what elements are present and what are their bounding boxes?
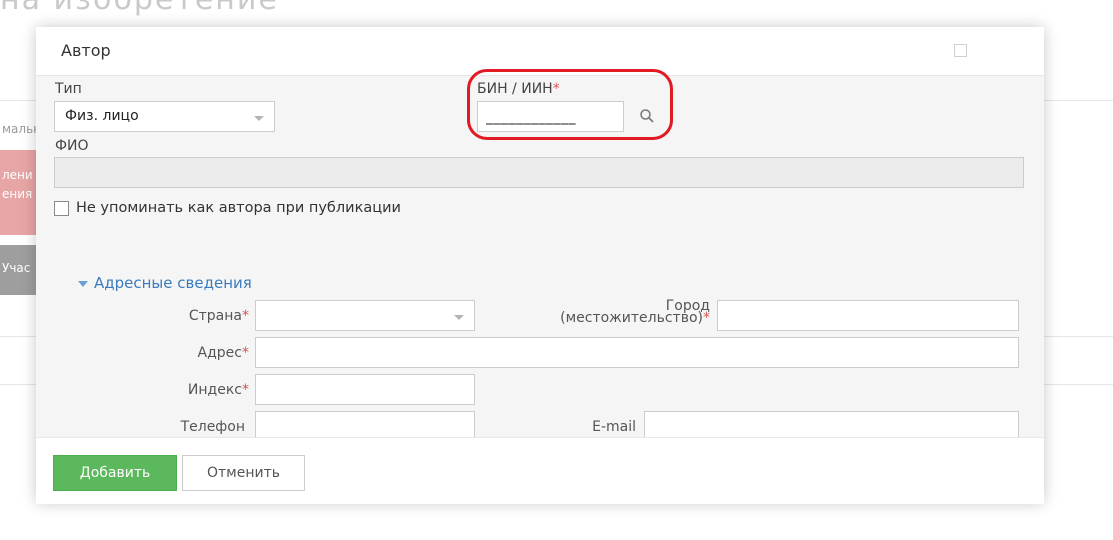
required-mark: * bbox=[703, 310, 710, 326]
required-mark: * bbox=[242, 308, 249, 324]
dialog-footer: Добавить Отменить bbox=[36, 437, 1044, 504]
type-select-value: Физ. лицо bbox=[65, 108, 139, 124]
index-label-text: Индекс bbox=[187, 382, 242, 398]
required-mark: * bbox=[242, 345, 249, 361]
no-mention-checkbox[interactable] bbox=[54, 201, 69, 216]
background-page-title: на изобретение bbox=[0, 0, 279, 17]
country-label-text: Страна bbox=[188, 308, 242, 324]
background-side-label: лени bbox=[2, 168, 33, 182]
fio-label: ФИО bbox=[55, 138, 89, 154]
address-section-toggle[interactable]: Адресные сведения bbox=[78, 274, 252, 292]
address-label: Адрес* bbox=[161, 345, 249, 361]
country-select[interactable] bbox=[255, 300, 475, 331]
close-icon[interactable] bbox=[954, 44, 967, 57]
city-input[interactable] bbox=[717, 300, 1019, 331]
chevron-down-icon bbox=[254, 116, 264, 121]
chevron-down-icon bbox=[454, 315, 464, 320]
dialog-body: Тип Физ. лицо БИН / ИИН* ФИО Не упоминат… bbox=[36, 75, 1044, 442]
bin-label-text: БИН / ИИН bbox=[477, 81, 553, 97]
email-label: E-mail bbox=[592, 419, 636, 435]
no-mention-label: Не упоминать как автора при публикации bbox=[76, 200, 401, 216]
address-section-title: Адресные сведения bbox=[94, 274, 252, 292]
required-mark: * bbox=[552, 81, 560, 97]
background-red-block: лени ения bbox=[0, 150, 40, 235]
city-label: Город (местожительство)* bbox=[516, 299, 710, 326]
add-button[interactable]: Добавить bbox=[53, 455, 177, 491]
bin-label: БИН / ИИН* bbox=[477, 81, 560, 97]
search-icon[interactable] bbox=[639, 108, 655, 124]
phone-label: Телефон bbox=[180, 419, 245, 435]
author-dialog: Автор Тип Физ. лицо БИН / ИИН* ФИО Не уп… bbox=[36, 27, 1044, 504]
address-label-text: Адрес bbox=[197, 345, 242, 361]
triangle-down-icon bbox=[78, 280, 88, 287]
bin-input[interactable] bbox=[477, 101, 624, 132]
dialog-title: Автор bbox=[61, 41, 111, 60]
country-label: Страна* bbox=[161, 308, 249, 324]
city-label-line2: (местожительство) bbox=[560, 310, 703, 326]
type-select[interactable]: Физ. лицо bbox=[54, 101, 275, 132]
index-input[interactable] bbox=[255, 374, 475, 405]
background-side-label: Учас bbox=[2, 261, 31, 275]
required-mark: * bbox=[242, 382, 249, 398]
address-input[interactable] bbox=[255, 337, 1019, 368]
type-label: Тип bbox=[55, 81, 82, 97]
background-gray-block: Учас bbox=[0, 245, 40, 295]
cancel-button[interactable]: Отменить bbox=[182, 455, 305, 491]
index-label: Индекс* bbox=[161, 382, 249, 398]
background-side-label: ения bbox=[2, 187, 33, 201]
fio-field bbox=[54, 157, 1024, 188]
dialog-header: Автор bbox=[36, 27, 1044, 75]
